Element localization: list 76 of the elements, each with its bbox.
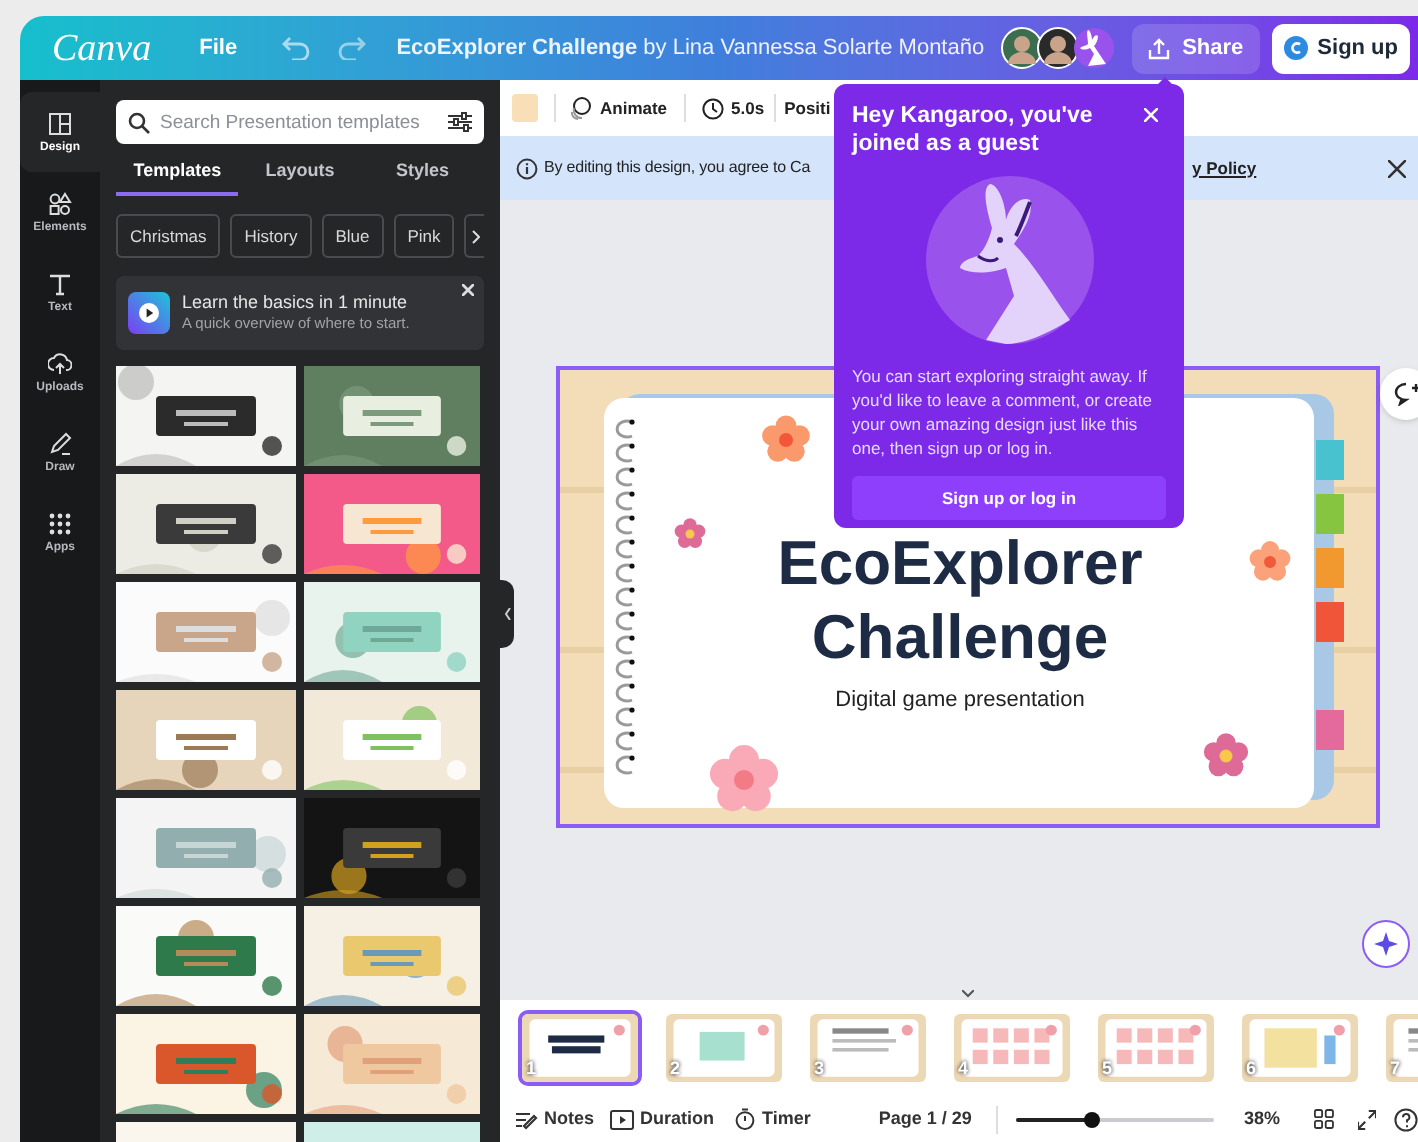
duration-button[interactable]: Duration — [610, 1105, 715, 1133]
stopwatch-icon — [734, 1108, 757, 1130]
timer-button[interactable]: Timer — [734, 1105, 811, 1133]
page-number: 1 — [526, 1055, 537, 1081]
duration-button[interactable]: 5.0s — [701, 95, 765, 121]
panel-tab[interactable]: Styles — [361, 152, 484, 196]
banner-text: By editing this design, you agree to Ca — [544, 156, 811, 180]
sign-up-button[interactable]: Sign up — [1271, 23, 1410, 73]
search-field[interactable]: Search Presentation templates — [116, 100, 484, 144]
slide-subtitle: Digital game presentation — [835, 686, 1085, 716]
panel-tab[interactable]: Layouts — [238, 152, 362, 196]
privacy-policy-link[interactable]: y Policy — [1192, 155, 1257, 181]
sparkle-icon — [1374, 932, 1398, 956]
popup-title: Hey Kangaroo, you've joined as a guest — [852, 102, 1095, 158]
notes-button[interactable]: Notes — [516, 1105, 595, 1133]
apps-icon — [48, 511, 72, 535]
page-number: 4 — [958, 1055, 969, 1081]
filter-chip[interactable]: History — [230, 214, 312, 258]
filter-chip[interactable]: Blue — [321, 214, 384, 258]
page-number: 3 — [814, 1055, 825, 1081]
text-icon — [48, 271, 72, 295]
cloud-upload-icon — [48, 351, 72, 375]
search-icon — [128, 111, 150, 133]
chevron-down-icon[interactable] — [962, 990, 974, 998]
filter-chip[interactable]: Pink — [393, 214, 455, 258]
page-thumbnail[interactable]: 4 — [950, 1010, 1074, 1086]
next-chips-button[interactable] — [464, 214, 485, 258]
comment-icon — [1393, 382, 1418, 406]
popup-text: You can start exploring straight away. If you'd like to leave a comment, or create your own amazing design just like this one, then sign up or log in. — [852, 364, 1154, 460]
share-button[interactable]: Share — [1132, 23, 1260, 73]
animate-icon — [568, 96, 592, 120]
canva-icon — [1283, 36, 1308, 60]
page-number: 5 — [1102, 1055, 1113, 1081]
add-comment-button[interactable] — [1380, 368, 1418, 420]
page-number: 2 — [670, 1055, 681, 1081]
zoom-percentage[interactable]: 38% — [1244, 1105, 1281, 1133]
page-thumbnail[interactable]: 3 — [806, 1010, 930, 1086]
grid-view-icon[interactable] — [1314, 1108, 1334, 1130]
page-thumbnail[interactable]: 6 — [1238, 1010, 1362, 1086]
page-thumbnail[interactable]: 5 — [1094, 1010, 1218, 1086]
page-thumbnail[interactable]: 2 — [662, 1010, 786, 1086]
notes-icon — [516, 1109, 538, 1129]
pen-icon — [48, 431, 72, 455]
document-title[interactable]: EcoExplorer Challenge by Lina Vannessa Solarte Montaño — [396, 31, 985, 65]
magic-button[interactable] — [1362, 920, 1410, 968]
position-button[interactable]: Positi — [784, 95, 831, 121]
shapes-icon — [48, 191, 72, 215]
filter-icon[interactable] — [448, 112, 472, 132]
zoom-slider[interactable] — [1015, 1109, 1215, 1129]
play-icon — [610, 1109, 635, 1129]
info-icon — [516, 157, 538, 179]
play-icon[interactable] — [128, 292, 170, 334]
zoom-thumb[interactable] — [1084, 1111, 1101, 1127]
page-number: 7 — [1390, 1055, 1401, 1081]
help-icon[interactable] — [1394, 1107, 1418, 1131]
animate-button[interactable]: Animate — [568, 95, 668, 121]
chevron-right-icon — [471, 229, 480, 243]
color-swatch[interactable] — [512, 94, 538, 122]
panel-tab[interactable]: Templates — [116, 152, 239, 196]
page-indicator: Page 1 / 29 — [878, 1105, 972, 1132]
page-thumbnail[interactable]: 1 — [518, 1010, 642, 1086]
fullscreen-icon[interactable] — [1357, 1109, 1376, 1129]
layout-icon — [48, 111, 72, 135]
filter-chip[interactable]: Christmas — [116, 214, 221, 258]
close-icon[interactable] — [1388, 159, 1406, 177]
slide-title: EcoExplorer Challenge — [775, 526, 1145, 674]
sign-up-or-log-in-button[interactable]: Sign up or log in — [852, 476, 1166, 520]
chevron-left-icon — [503, 608, 511, 620]
kangaroo-avatar[interactable] — [1072, 26, 1117, 70]
upload-icon — [1148, 37, 1171, 59]
page-thumbnail[interactable]: 7 — [1382, 1010, 1418, 1086]
tip-title: Learn the basics in 1 minute — [182, 292, 410, 315]
page-number: 6 — [1246, 1055, 1257, 1081]
collapse-handle[interactable] — [500, 580, 514, 648]
avatar[interactable] — [1036, 26, 1081, 70]
clock-icon — [701, 97, 724, 119]
